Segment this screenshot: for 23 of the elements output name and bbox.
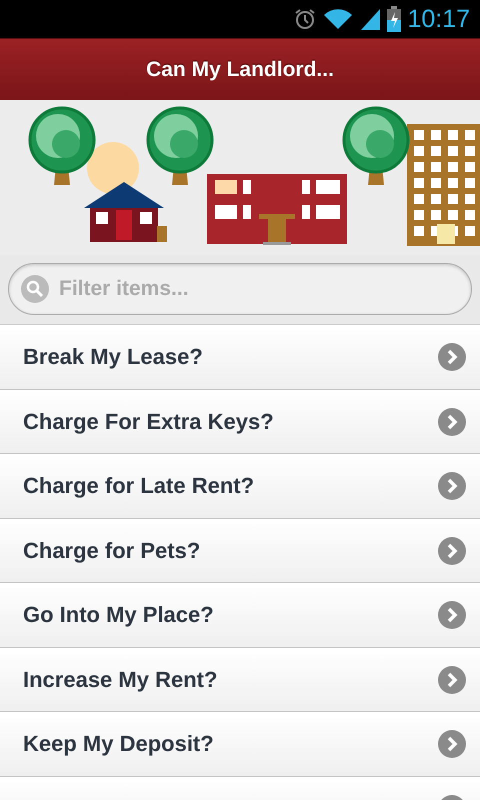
alarm-icon bbox=[293, 7, 318, 31]
clock-time: 10:17 bbox=[407, 4, 470, 34]
chevron-icon bbox=[438, 601, 466, 630]
wifi-icon bbox=[323, 7, 354, 31]
list-item[interactable]: Charge for Late Rent? bbox=[0, 454, 480, 518]
list-item[interactable]: Increase My Rent? bbox=[0, 648, 480, 712]
battery-icon bbox=[387, 6, 402, 32]
list-item[interactable]: Break My Lease? bbox=[0, 325, 480, 390]
chevron-icon bbox=[438, 666, 466, 694]
list-item[interactable]: Go Into My Place? bbox=[0, 583, 480, 648]
list-item[interactable]: Charge for Pets? bbox=[0, 518, 480, 583]
chevron-icon bbox=[438, 730, 466, 758]
search-icon bbox=[21, 275, 49, 303]
filter-input[interactable]: Filter items... bbox=[57, 276, 459, 302]
chevron-icon bbox=[438, 472, 466, 500]
chevron-icon bbox=[438, 536, 466, 565]
list-item[interactable]: Keep My Deposit? bbox=[0, 712, 480, 776]
chevron-icon bbox=[438, 408, 466, 436]
chevron-icon bbox=[438, 343, 466, 372]
app-title: Can My Landlord... bbox=[146, 58, 334, 82]
search-bar[interactable]: Filter items... bbox=[8, 263, 472, 315]
list-item[interactable]: Charge For Extra Keys? bbox=[0, 390, 480, 454]
signal-icon bbox=[359, 7, 382, 31]
